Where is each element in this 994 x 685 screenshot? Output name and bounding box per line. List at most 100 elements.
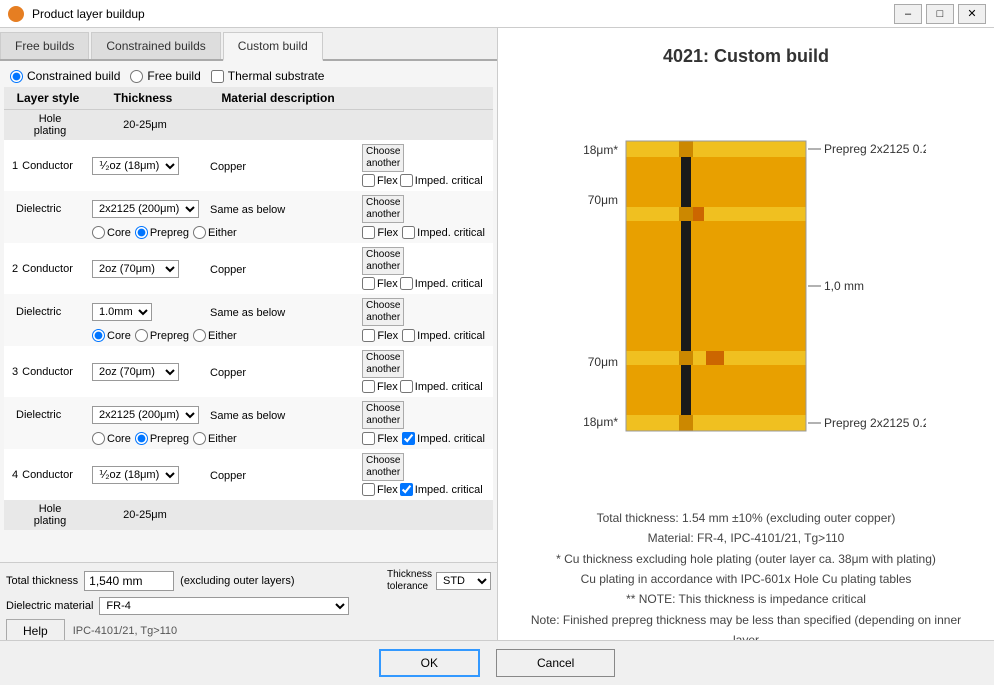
dielectric-3-core-radio[interactable] bbox=[92, 432, 105, 445]
free-radio[interactable] bbox=[130, 70, 143, 83]
layer-2-imped-check[interactable] bbox=[400, 277, 413, 290]
dielectric-2-prepreg-radio[interactable] bbox=[135, 329, 148, 342]
layer-1-imped-check[interactable] bbox=[400, 174, 413, 187]
minimize-button[interactable]: – bbox=[894, 4, 922, 24]
cancel-button[interactable]: Cancel bbox=[496, 649, 615, 677]
dielectric-2-prepreg-label[interactable]: Prepreg bbox=[135, 329, 189, 342]
hole-plating-value-2: 20-25μm bbox=[90, 509, 200, 521]
diagram-title: 4021: Custom build bbox=[508, 38, 984, 75]
total-thickness-input[interactable] bbox=[84, 571, 174, 591]
info-line-4: Cu plating in accordance with IPC-601x H… bbox=[518, 569, 974, 589]
layer-4-thickness-select[interactable]: ⅟₂oz (18μm) 1oz (35μm) 2oz (70μm) bbox=[92, 466, 179, 484]
layer-3-thickness-select[interactable]: 1oz (35μm) 2oz (70μm) ⅟₂oz (18μm) bbox=[92, 363, 179, 381]
info-line-3: * Cu thickness excluding hole plating (o… bbox=[518, 549, 974, 569]
dielectric-2-either-radio[interactable] bbox=[193, 329, 206, 342]
dielectric-3-choose-another-btn[interactable]: Chooseanother bbox=[362, 401, 404, 429]
dielectric-1-imped-check[interactable] bbox=[402, 226, 415, 239]
dielectric-3-either-radio[interactable] bbox=[193, 432, 206, 445]
info-line-5: ** NOTE: This thickness is impedance cri… bbox=[518, 589, 974, 609]
dielectric-1-either-label[interactable]: Either bbox=[193, 226, 237, 239]
dielectric-2-thickness-select[interactable]: 1.0mm 0.8mm 1.2mm bbox=[92, 303, 152, 321]
dielectric-1-flex-check[interactable] bbox=[362, 226, 375, 239]
dielectric-3-flex-check[interactable] bbox=[362, 432, 375, 445]
dielectric-1-imped-label[interactable]: Imped. critical bbox=[402, 226, 485, 239]
dielectric-3-material: Same as below bbox=[210, 410, 285, 422]
dielectric-1-prepreg-radio[interactable] bbox=[135, 226, 148, 239]
dielectric-1-choose-another-btn[interactable]: Chooseanother bbox=[362, 195, 404, 223]
dielectric-2-imped-check[interactable] bbox=[402, 329, 415, 342]
layer-2-imped-label[interactable]: Imped. critical bbox=[400, 277, 483, 290]
dielectric-1-row: Dielectric 2x2125 (200μm) 1x2125 (100μm)… bbox=[8, 193, 489, 225]
info-line-1: Total thickness: 1.54 mm ±10% (excluding… bbox=[518, 508, 974, 528]
layer-3-type: Conductor bbox=[22, 366, 73, 378]
free-radio-label[interactable]: Free build bbox=[130, 69, 200, 83]
dielectric-1-flex-label[interactable]: Flex bbox=[362, 226, 398, 239]
layer-1-choose-another-btn[interactable]: Chooseanother bbox=[362, 144, 404, 172]
dielectric-2-flex-label[interactable]: Flex bbox=[362, 329, 398, 342]
layer-1-thickness-select[interactable]: ⅟₂oz (18μm) 1oz (35μm) 2oz (70μm) bbox=[92, 157, 179, 175]
total-thickness-row: Total thickness (excluding outer layers)… bbox=[6, 567, 491, 595]
dielectric-1-either-radio[interactable] bbox=[193, 226, 206, 239]
maximize-button[interactable]: □ bbox=[926, 4, 954, 24]
layer-1-type: Conductor bbox=[22, 160, 73, 172]
dielectric-3-imped-label[interactable]: Imped. critical bbox=[402, 432, 485, 445]
dielectric-3-prepreg-label[interactable]: Prepreg bbox=[135, 432, 189, 445]
layer-4-flex-check[interactable] bbox=[362, 483, 375, 496]
tab-custom-build[interactable]: Custom build bbox=[223, 32, 323, 61]
app-icon bbox=[8, 6, 24, 22]
layer-2-flex-label[interactable]: Flex bbox=[362, 277, 398, 290]
layer-2-flex-check[interactable] bbox=[362, 277, 375, 290]
layer-2-choose-another-btn[interactable]: Chooseanother bbox=[362, 247, 404, 275]
layer-3-num: 3 bbox=[12, 366, 20, 378]
constrained-radio-label[interactable]: Constrained build bbox=[10, 69, 120, 83]
layer-copper-2 bbox=[626, 207, 806, 221]
layer-4-imped-check[interactable] bbox=[400, 483, 413, 496]
layer-1-section: 1 Conductor ⅟₂oz (18μm) 1oz (35μm) 2oz (… bbox=[4, 140, 493, 191]
dielectric-2-either-label[interactable]: Either bbox=[193, 329, 237, 342]
dielectric-material-select[interactable]: FR-4 Rogers Isola bbox=[99, 597, 349, 615]
dielectric-3-prepreg-radio[interactable] bbox=[135, 432, 148, 445]
dielectric-2-choose-another-btn[interactable]: Chooseanother bbox=[362, 298, 404, 326]
dielectric-2-core-label[interactable]: Core bbox=[92, 329, 131, 342]
ipc-note: IPC-4101/21, Tg>110 bbox=[73, 625, 177, 637]
constrained-label: Constrained build bbox=[27, 69, 120, 83]
layer-4-imped-label[interactable]: Imped. critical bbox=[400, 483, 483, 496]
dielectric-3-flex-label[interactable]: Flex bbox=[362, 432, 398, 445]
tab-constrained-builds[interactable]: Constrained builds bbox=[91, 32, 220, 59]
dielectric-2-core-radio[interactable] bbox=[92, 329, 105, 342]
layer-4-flex-label[interactable]: Flex bbox=[362, 483, 398, 496]
layer-1-flex-label[interactable]: Flex bbox=[362, 174, 398, 187]
dielectric-1-thickness-select[interactable]: 2x2125 (200μm) 1x2125 (100μm) bbox=[92, 200, 199, 218]
layer-3-imped-label[interactable]: Imped. critical bbox=[400, 380, 483, 393]
dielectric-2-imped-label[interactable]: Imped. critical bbox=[402, 329, 485, 342]
tolerance-label: Thicknesstolerance bbox=[387, 569, 432, 593]
dielectric-1-core-radio[interactable] bbox=[92, 226, 105, 239]
dielectric-2-flex-check[interactable] bbox=[362, 329, 375, 342]
hole-plating-label-2: Holeplating bbox=[10, 503, 90, 527]
dielectric-3-core-label[interactable]: Core bbox=[92, 432, 131, 445]
dielectric-1-prepreg-label[interactable]: Prepreg bbox=[135, 226, 189, 239]
constrained-radio[interactable] bbox=[10, 70, 23, 83]
thermal-checkbox-label[interactable]: Thermal substrate bbox=[211, 69, 325, 83]
layer-1-flex-check[interactable] bbox=[362, 174, 375, 187]
layer-3-flex-check[interactable] bbox=[362, 380, 375, 393]
ok-button[interactable]: OK bbox=[379, 649, 480, 677]
thermal-label: Thermal substrate bbox=[228, 69, 325, 83]
layer-3-flex-label[interactable]: Flex bbox=[362, 380, 398, 393]
layer-4-choose-another-btn[interactable]: Chooseanother bbox=[362, 453, 404, 481]
layer-2-thickness-select[interactable]: 1oz (35μm) 2oz (70μm) ⅟₂oz (18μm) bbox=[92, 260, 179, 278]
tab-free-builds[interactable]: Free builds bbox=[0, 32, 89, 59]
dielectric-3-either-label[interactable]: Either bbox=[193, 432, 237, 445]
close-button[interactable]: ✕ bbox=[958, 4, 986, 24]
layer-1-imped-label[interactable]: Imped. critical bbox=[400, 174, 483, 187]
dielectric-3-imped-check[interactable] bbox=[402, 432, 415, 445]
dielectric-2-type-row: Core Prepreg Either Flex Imped. critical bbox=[8, 328, 489, 344]
layer-3-imped-check[interactable] bbox=[400, 380, 413, 393]
layer-core bbox=[626, 221, 806, 351]
tolerance-select[interactable]: STD ±10% ±0.1mm bbox=[436, 572, 491, 590]
col-header-actions bbox=[358, 89, 468, 107]
dielectric-1-core-label[interactable]: Core bbox=[92, 226, 131, 239]
thermal-checkbox[interactable] bbox=[211, 70, 224, 83]
dielectric-3-thickness-select[interactable]: 2x2125 (200μm) 1x2125 (100μm) bbox=[92, 406, 199, 424]
layer-3-choose-another-btn[interactable]: Chooseanother bbox=[362, 350, 404, 378]
